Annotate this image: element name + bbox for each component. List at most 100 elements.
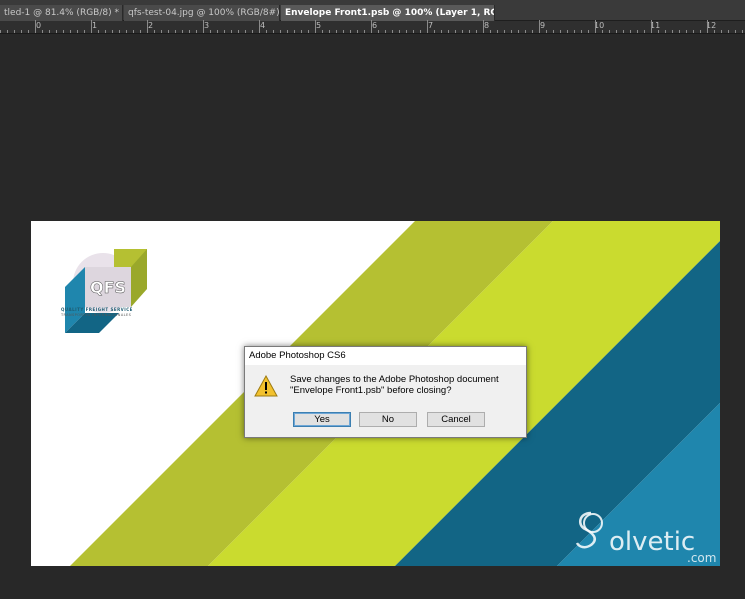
ruler-tick: [147, 20, 148, 33]
ruler-tick: [441, 30, 442, 33]
ruler-tick: [35, 20, 36, 33]
ruler-tick: [616, 30, 617, 33]
ruler-tick: [469, 30, 470, 33]
ruler-tick: [210, 30, 211, 33]
ruler-tick: [175, 30, 176, 33]
cancel-button[interactable]: Cancel: [427, 412, 485, 427]
ruler-tick: [357, 30, 358, 33]
ruler-tick: [91, 20, 92, 33]
qfs-logo: QFS: [65, 249, 147, 333]
ruler-tick: [217, 30, 218, 33]
dialog-title[interactable]: Adobe Photoshop CS6: [245, 347, 526, 365]
ruler-tick: [224, 30, 225, 33]
warning-icon: [254, 375, 278, 397]
ruler-tick: [455, 30, 456, 33]
ruler-tick: [294, 30, 295, 33]
ruler-tick: [385, 30, 386, 33]
ruler-tick: [273, 30, 274, 33]
ruler-tick: [427, 20, 428, 33]
tab-label: Envelope Front1.psb @ 100% (Layer 1, RGB…: [285, 8, 494, 18]
ruler-tick: [490, 30, 491, 33]
document-tab-bar: tled-1 @ 81.4% (RGB/8) *× qfs-test-04.jp…: [0, 0, 745, 21]
ruler-tick: [742, 30, 743, 33]
ruler-number: 7: [428, 21, 434, 30]
ruler-tick: [0, 30, 1, 33]
ruler-tick: [21, 30, 22, 33]
ruler-tick: [189, 30, 190, 33]
ruler-tick: [623, 30, 624, 33]
solvetic-s-icon: [575, 511, 603, 549]
ruler-tick: [700, 30, 701, 33]
ruler-tick: [168, 30, 169, 33]
tab-label: qfs-test-04.jpg @ 100% (RGB/8#): [128, 8, 280, 18]
ruler-number: 6: [372, 21, 378, 30]
ruler-number: 1: [92, 21, 98, 30]
ruler-tick: [686, 30, 687, 33]
ruler-tick: [721, 30, 722, 33]
ruler-tick: [532, 30, 533, 33]
ruler-tick: [287, 30, 288, 33]
ruler-tick: [672, 30, 673, 33]
ruler-tick: [448, 30, 449, 33]
ruler-tick: [399, 30, 400, 33]
ruler-tick: [637, 30, 638, 33]
ruler-tick: [245, 30, 246, 33]
ruler-tick: [378, 30, 379, 33]
ruler-tick: [343, 30, 344, 33]
ruler-tick: [644, 30, 645, 33]
ruler-number: 3: [204, 21, 210, 30]
no-button[interactable]: No: [359, 412, 417, 427]
ruler-tick: [7, 30, 8, 33]
ruler-tick: [630, 30, 631, 33]
ruler-number: 8: [484, 21, 490, 30]
yes-button[interactable]: Yes: [293, 412, 351, 427]
ruler-tick: [28, 30, 29, 33]
ruler-tick: [462, 30, 463, 33]
ruler-tick: [259, 20, 260, 33]
ruler-tick: [735, 30, 736, 33]
tab-envelope-front1[interactable]: Envelope Front1.psb @ 100% (Layer 1, RGB…: [281, 5, 495, 21]
ruler-tick: [98, 30, 99, 33]
ruler-tick: [42, 30, 43, 33]
ruler-tick: [511, 30, 512, 33]
ruler-tick: [413, 30, 414, 33]
ruler-tick: [371, 20, 372, 33]
ruler-tick: [714, 30, 715, 33]
ruler-tick: [693, 30, 694, 33]
tab-qfs-test-04[interactable]: qfs-test-04.jpg @ 100% (RGB/8#)×: [124, 5, 280, 21]
ruler-tick: [56, 30, 57, 33]
ruler-number: 4: [260, 21, 266, 30]
ruler-tick: [252, 30, 253, 33]
ruler-tick: [581, 30, 582, 33]
ruler-tick: [301, 30, 302, 33]
ruler-tick: [231, 30, 232, 33]
ruler-tick: [567, 30, 568, 33]
ruler-tick: [406, 30, 407, 33]
ruler-tick: [525, 30, 526, 33]
watermark-text: olvetic: [609, 527, 696, 557]
ruler-tick: [679, 30, 680, 33]
ruler-tick: [574, 30, 575, 33]
ruler-tick: [434, 30, 435, 33]
ruler-tick: [497, 30, 498, 33]
ruler-tick: [49, 30, 50, 33]
save-changes-dialog: Adobe Photoshop CS6 Save changes to the …: [244, 346, 527, 438]
ruler-tick: [196, 30, 197, 33]
ruler-tick: [126, 30, 127, 33]
ruler-tick: [602, 30, 603, 33]
ruler-tick: [266, 30, 267, 33]
watermark-suffix: .com: [687, 551, 717, 565]
dialog-body: Save changes to the Adobe Photoshop docu…: [245, 365, 526, 437]
ruler-tick: [518, 30, 519, 33]
horizontal-ruler: 0 1 2 3 4 5 6 7 8 9 10 11 12: [0, 20, 745, 34]
ruler-tick: [63, 30, 64, 33]
ruler-tick: [336, 30, 337, 33]
logo-caption: QUALITY FREIGHT SERVICE: [61, 307, 133, 312]
dialog-message: Save changes to the Adobe Photoshop docu…: [290, 374, 499, 396]
ruler-tick: [707, 20, 708, 33]
ruler-number: 2: [148, 21, 154, 30]
ruler-tick: [392, 30, 393, 33]
tab-untitled-1[interactable]: tled-1 @ 81.4% (RGB/8) *×: [0, 5, 123, 21]
ruler-tick: [140, 30, 141, 33]
ruler-tick: [350, 30, 351, 33]
